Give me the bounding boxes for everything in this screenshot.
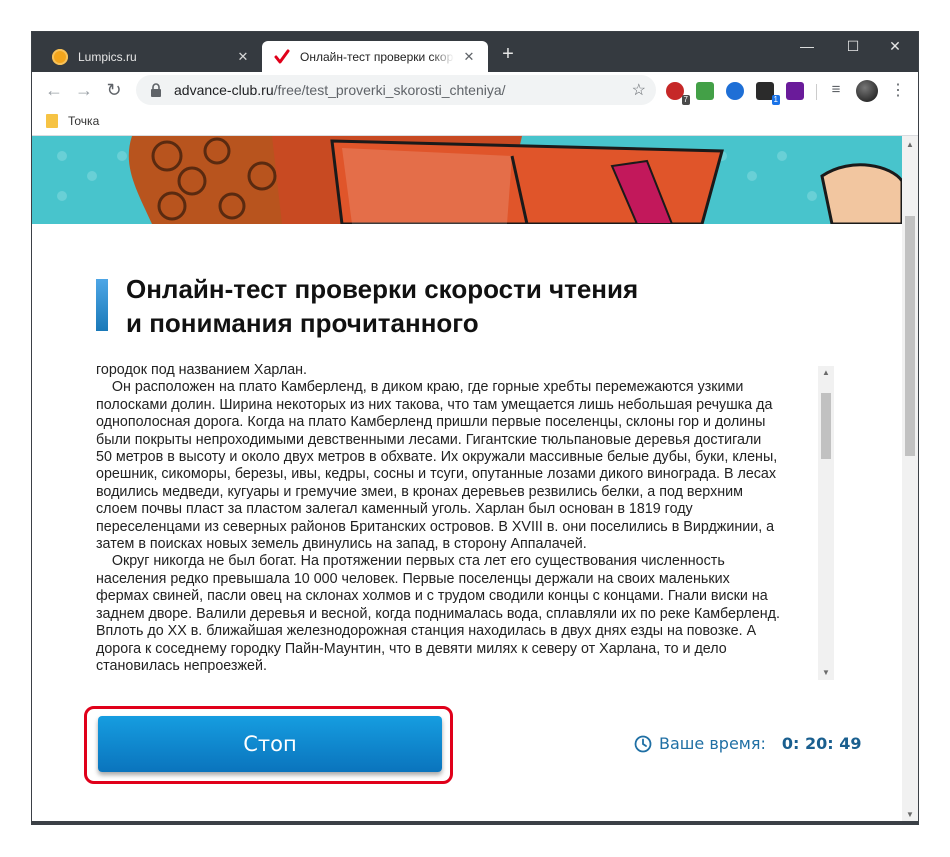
text-box-scrollbar[interactable]: ▲ ▼ — [818, 366, 834, 680]
text-line: однополосная дорога. Когда на плато Камб… — [96, 414, 766, 431]
purple-extension-icon[interactable] — [786, 82, 804, 100]
toolbar-separator — [816, 84, 817, 100]
lock-icon[interactable] — [148, 82, 164, 98]
close-window-button[interactable]: ✕ — [872, 32, 918, 62]
tab-strip: Lumpics.ru ✕ Онлайн-тест проверки скорос… — [32, 32, 918, 72]
bookmark-tochka[interactable]: Точка — [46, 114, 99, 128]
page-viewport: Онлайн-тест проверки скорости чтения и п… — [32, 136, 902, 824]
forward-button[interactable]: → — [72, 78, 96, 102]
reload-button[interactable]: ↻ — [102, 78, 126, 102]
text-line: слоем почвы пласт за пластом залегал кам… — [96, 501, 693, 518]
scroll-up-arrow-icon[interactable]: ▲ — [818, 366, 834, 380]
timer-value: 0: 20: 49 — [781, 734, 862, 753]
bookmark-star-icon[interactable]: ☆ — [632, 80, 646, 100]
scrollbar-thumb[interactable] — [821, 393, 831, 459]
browser-window: Lumpics.ru ✕ Онлайн-тест проверки скорос… — [32, 32, 918, 824]
scroll-down-arrow-icon[interactable]: ▼ — [818, 666, 834, 680]
browser-menu-icon[interactable]: ⋮ — [888, 80, 908, 102]
tab-close-icon[interactable]: ✕ — [460, 48, 478, 66]
heading-accent-bar — [96, 279, 108, 331]
text-line: Округ никогда не был богат. На протяжени… — [96, 553, 725, 570]
extension-badge: 1 — [771, 95, 780, 105]
browser-toolbar: ← → ↻ advance-club.ru/free/test_proverki… — [32, 72, 918, 108]
media-control-icon[interactable]: ≡ — [826, 81, 846, 101]
text-line: городок под названием Харлан. — [96, 362, 308, 378]
new-tab-button[interactable]: + — [498, 44, 518, 64]
text-line: затем в поисках новых земель двинулись н… — [96, 536, 587, 553]
text-line: фермах свиней, пасли овец на склонах хол… — [96, 588, 768, 605]
text-line: заднем дворе. Валили деревья и весной, к… — [96, 605, 780, 622]
scrollbar-thumb[interactable] — [905, 216, 915, 456]
opera-adblock-icon[interactable]: 7 — [666, 82, 690, 105]
reading-text-box[interactable]: городок под названием Харлан. Он располо… — [96, 362, 836, 680]
tab-lumpics[interactable]: Lumpics.ru ✕ — [40, 41, 262, 72]
timer: Ваше время: 0: 20: 49 — [634, 734, 861, 753]
text-line: водились медведи, кугуары и гремучие зме… — [96, 483, 743, 500]
address-bar[interactable]: advance-club.ru/free/test_proverki_skoro… — [136, 75, 656, 105]
text-line: полосками долин. Ширина некоторых из них… — [96, 396, 773, 413]
maximize-button[interactable]: ☐ — [830, 32, 876, 62]
tab-close-icon[interactable]: ✕ — [234, 48, 252, 66]
bookmark-label: Точка — [68, 114, 100, 128]
text-line: переселенцами из северных районов Британ… — [96, 518, 775, 535]
scroll-down-arrow-icon[interactable]: ▼ — [902, 808, 918, 822]
text-line: 50 метров в высоту и около двух метров в… — [96, 449, 778, 466]
text-line: Он расположен на плато Камберленд, в дик… — [96, 379, 744, 396]
profile-avatar[interactable] — [856, 80, 878, 102]
page-title: Онлайн-тест проверки скорости чтения и п… — [126, 272, 766, 340]
hero-illustration — [32, 136, 902, 224]
tab-title: Lumpics.ru — [78, 49, 137, 64]
url-host: advance-club.ru — [174, 82, 274, 98]
window-bottom-edge — [32, 821, 918, 824]
clock-icon — [634, 735, 652, 752]
tab-title: Онлайн-тест проверки скорос — [300, 49, 454, 64]
reading-book-illustration — [32, 136, 902, 224]
page-title-line-2: и понимания прочитанного — [126, 308, 479, 338]
minimize-button[interactable]: — — [784, 32, 830, 62]
page-title-line-1: Онлайн-тест проверки скорости чтения — [126, 274, 639, 304]
text-line: были покрыты непроходимыми девственными … — [96, 431, 762, 448]
cube-extension-icon[interactable]: 1 — [756, 82, 780, 105]
text-line: орешник, сикоморы, березы, ивы, кедры, с… — [96, 466, 777, 483]
extension-badge: 7 — [681, 95, 690, 105]
red-check-icon — [274, 49, 290, 63]
stop-button[interactable]: Стоп — [98, 716, 442, 772]
back-button[interactable]: ← — [42, 78, 66, 102]
text-line: Вплоть до XX в. ближайшая железнодорожна… — [96, 623, 757, 640]
reading-text: городок под названием Харлан. Он располо… — [96, 362, 820, 675]
timer-label: Ваше время: — [659, 734, 766, 753]
globe-vpn-icon[interactable] — [726, 82, 744, 100]
text-line: дорога к соседнему городку Пайн-Маунтин,… — [96, 640, 727, 657]
lumpics-favicon-icon — [52, 48, 68, 65]
tab-reading-test[interactable]: Онлайн-тест проверки скорос ✕ — [262, 41, 488, 72]
bookmark-page-icon — [46, 114, 58, 128]
bookmarks-bar: Точка — [32, 108, 918, 136]
text-line: становилась непроезжей. — [96, 657, 267, 674]
page-scrollbar[interactable]: ▲ ▼ — [902, 136, 918, 824]
scroll-up-arrow-icon[interactable]: ▲ — [902, 138, 918, 152]
music-note-icon[interactable] — [696, 82, 714, 100]
text-line: населения редко превышала 10 000 человек… — [96, 570, 730, 587]
url-path: /free/test_proverki_skorosti_chteniya/ — [273, 82, 506, 98]
